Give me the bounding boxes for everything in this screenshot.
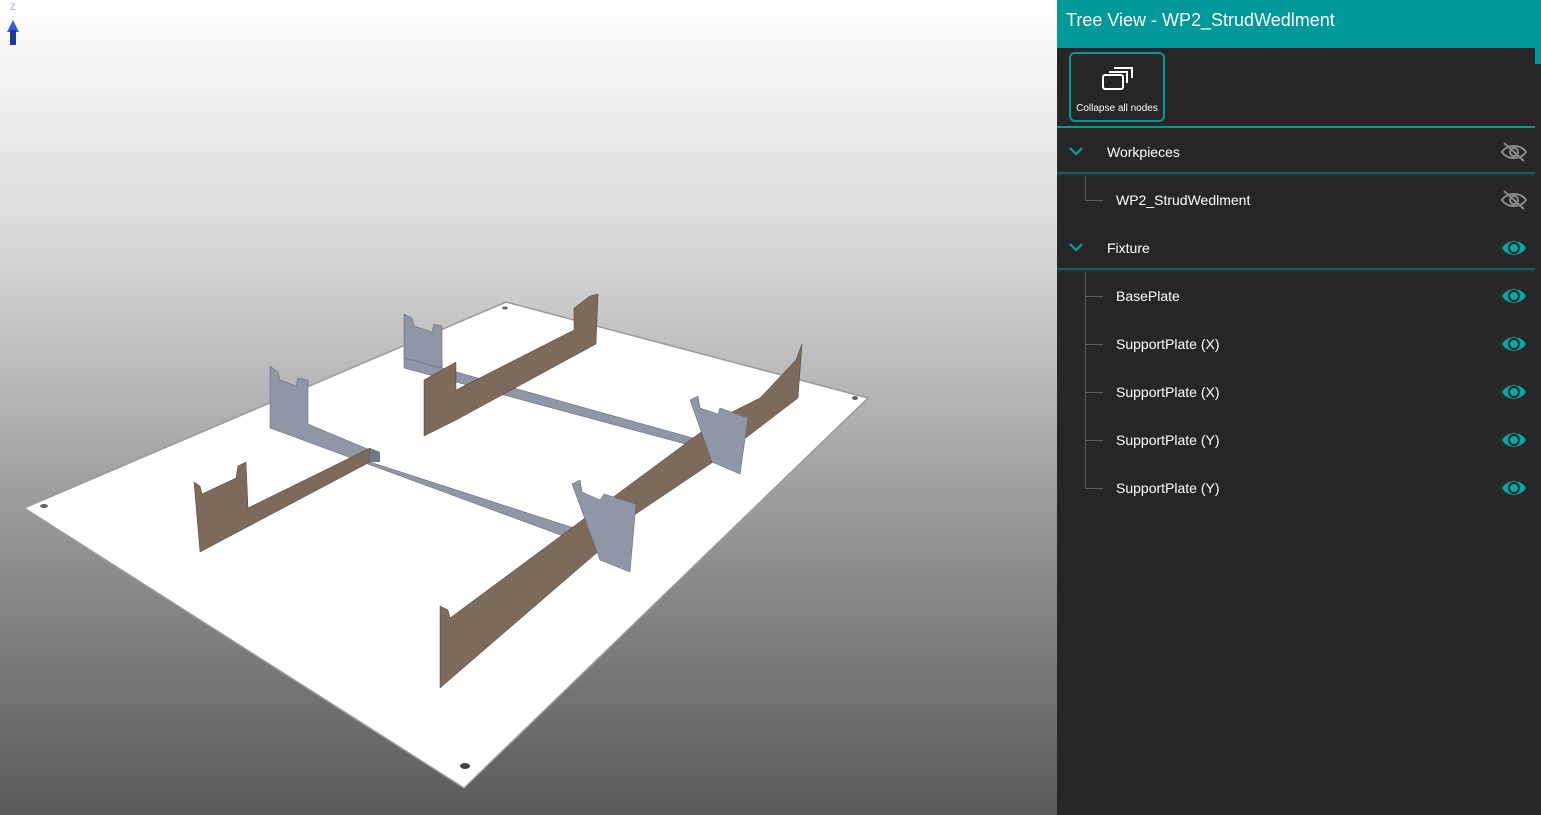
plate-hole	[502, 306, 508, 310]
tree-connector	[1085, 296, 1103, 297]
scrollbar-thumb[interactable]	[1535, 48, 1541, 64]
panel-header: Tree View - WP2_StrudWedlment	[1057, 0, 1541, 48]
eye-icon[interactable]	[1500, 476, 1528, 500]
tree-node-supportplate-y[interactable]: SupportPlate (Y)	[1057, 464, 1535, 512]
axis-z-label: Z	[10, 2, 16, 12]
tree-node-label: SupportPlate (Y)	[1116, 432, 1220, 448]
plate-hole	[40, 504, 48, 508]
eye-icon[interactable]	[1500, 332, 1528, 356]
axis-z-shaft	[10, 30, 16, 45]
3d-viewport[interactable]: Z	[0, 0, 1057, 815]
eye-off-icon[interactable]	[1500, 188, 1528, 212]
tree-node-supportplate-y[interactable]: SupportPlate (Y)	[1057, 416, 1535, 464]
tree-node-label: SupportPlate (X)	[1116, 336, 1220, 352]
tree-node-supportplate-x[interactable]: SupportPlate (X)	[1057, 368, 1535, 416]
tree-node-label: Workpieces	[1107, 144, 1180, 160]
chevron-down-icon[interactable]	[1067, 142, 1085, 160]
tree-node-baseplate[interactable]: BasePlate	[1057, 272, 1535, 320]
eye-icon[interactable]	[1500, 380, 1528, 404]
chevron-down-icon[interactable]	[1067, 238, 1085, 256]
tree-view-panel: Tree View - WP2_StrudWedlment Collapse a…	[1057, 0, 1541, 815]
tree-node-label: BasePlate	[1116, 288, 1180, 304]
tree-node-wp2-strudwedlment[interactable]: WP2_StrudWedlment	[1057, 176, 1535, 224]
tree-connector	[1085, 488, 1103, 489]
model-scene[interactable]	[0, 0, 1057, 815]
tree-connector	[1085, 200, 1103, 201]
collapse-all-icon	[1102, 67, 1133, 90]
plate-hole	[852, 396, 858, 400]
collapse-all-button[interactable]: Collapse all nodes	[1069, 52, 1165, 122]
tree-node-fixture[interactable]: Fixture	[1057, 224, 1535, 272]
axis-gizmo[interactable]: Z	[0, 0, 26, 45]
tree-node-label: WP2_StrudWedlment	[1116, 192, 1251, 208]
tree-node-label: SupportPlate (X)	[1116, 384, 1220, 400]
eye-icon[interactable]	[1500, 428, 1528, 452]
tree-toolbar: Collapse all nodes	[1057, 48, 1535, 128]
eye-off-icon[interactable]	[1500, 140, 1528, 164]
tree-connector	[1085, 344, 1103, 345]
tree-connector	[1085, 440, 1103, 441]
tree-node-label: SupportPlate (Y)	[1116, 480, 1220, 496]
eye-icon[interactable]	[1500, 236, 1528, 260]
tree-node-supportplate-x[interactable]: SupportPlate (X)	[1057, 320, 1535, 368]
eye-icon[interactable]	[1500, 284, 1528, 308]
tree-node-workpieces[interactable]: Workpieces	[1057, 128, 1535, 176]
plate-hole	[460, 763, 470, 769]
tree-node-label: Fixture	[1107, 240, 1150, 256]
tree-connector	[1085, 464, 1086, 488]
tree-connector	[1085, 392, 1103, 393]
tree-connector	[1085, 176, 1086, 200]
panel-title: Tree View - WP2_StrudWedlment	[1066, 10, 1335, 30]
collapse-all-label: Collapse all nodes	[1076, 103, 1158, 114]
